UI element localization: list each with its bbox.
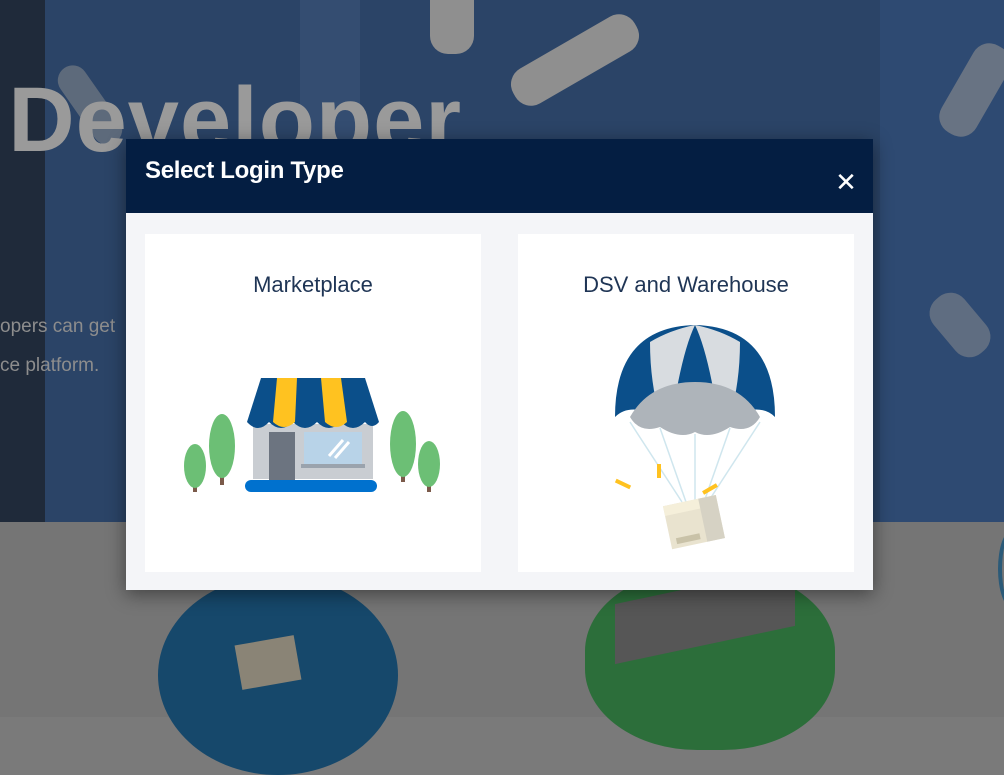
marketplace-option-card[interactable]: Marketplace [145,234,481,572]
login-type-modal: Select Login Type ✕ Marketplace DSV and … [126,139,873,590]
parachute-package-icon [614,325,775,550]
storefront-icon [184,378,440,492]
hero-text-line-2: ce platform. [0,355,100,376]
modal-title: Select Login Type [145,157,344,184]
marketplace-label: Marketplace [253,272,373,297]
close-button[interactable]: ✕ [832,168,860,196]
spark-ray-top [430,0,474,54]
modal-header: Select Login Type ✕ [126,139,873,213]
spark-ray-right [504,7,646,113]
dsv-warehouse-option-card[interactable]: DSV and Warehouse [518,234,854,572]
dsv-warehouse-label: DSV and Warehouse [583,272,789,297]
hero-text-line-1: opers can get [0,316,116,337]
